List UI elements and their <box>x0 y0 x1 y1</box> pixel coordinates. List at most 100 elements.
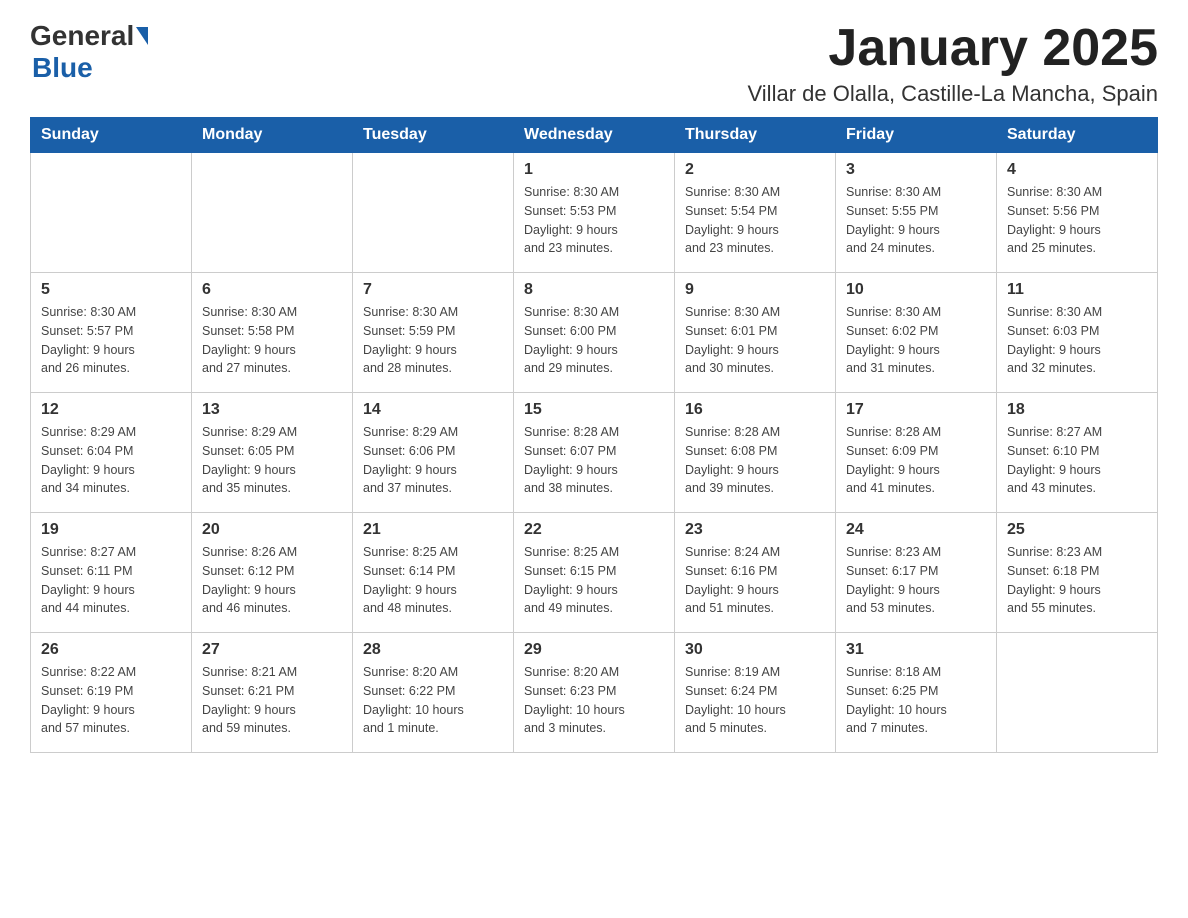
day-number: 1 <box>524 161 664 179</box>
calendar-cell: 13 Sunrise: 8:29 AM Sunset: 6:05 PM Dayli… <box>192 393 353 513</box>
calendar-cell: 25 Sunrise: 8:23 AM Sunset: 6:18 PM Dayli… <box>997 513 1158 633</box>
day-number: 7 <box>363 281 503 299</box>
day-number: 20 <box>202 521 342 539</box>
day-number: 30 <box>685 641 825 659</box>
day-number: 5 <box>41 281 181 299</box>
day-number: 26 <box>41 641 181 659</box>
day-info: Sunrise: 8:30 AM Sunset: 5:56 PM Dayligh… <box>1007 183 1147 258</box>
calendar-cell: 29 Sunrise: 8:20 AM Sunset: 6:23 PM Dayli… <box>514 633 675 753</box>
day-info: Sunrise: 8:30 AM Sunset: 5:55 PM Dayligh… <box>846 183 986 258</box>
calendar-cell: 12 Sunrise: 8:29 AM Sunset: 6:04 PM Dayli… <box>31 393 192 513</box>
weekday-header-thursday: Thursday <box>675 118 836 153</box>
day-info: Sunrise: 8:28 AM Sunset: 6:07 PM Dayligh… <box>524 423 664 498</box>
day-number: 12 <box>41 401 181 419</box>
month-title: January 2025 <box>748 20 1158 77</box>
calendar-cell: 24Sunrise: 8:23 AM Sunset: 6:17 PM Dayli… <box>836 513 997 633</box>
logo-blue-text: Blue <box>32 52 93 83</box>
calendar-cell: 19 Sunrise: 8:27 AM Sunset: 6:11 PM Dayli… <box>31 513 192 633</box>
weekday-header-friday: Friday <box>836 118 997 153</box>
calendar-cell: 14 Sunrise: 8:29 AM Sunset: 6:06 PM Dayli… <box>353 393 514 513</box>
day-info: Sunrise: 8:27 AM Sunset: 6:11 PM Dayligh… <box>41 543 181 618</box>
day-number: 4 <box>1007 161 1147 179</box>
calendar-cell: 8 Sunrise: 8:30 AM Sunset: 6:00 PM Daylig… <box>514 273 675 393</box>
day-info: Sunrise: 8:29 AM Sunset: 6:05 PM Dayligh… <box>202 423 342 498</box>
calendar-cell: 30 Sunrise: 8:19 AM Sunset: 6:24 PM Dayli… <box>675 633 836 753</box>
calendar-cell: 9 Sunrise: 8:30 AM Sunset: 6:01 PM Daylig… <box>675 273 836 393</box>
logo: General Blue <box>30 20 150 84</box>
day-number: 16 <box>685 401 825 419</box>
calendar-cell: 10Sunrise: 8:30 AM Sunset: 6:02 PM Dayli… <box>836 273 997 393</box>
day-info: Sunrise: 8:30 AM Sunset: 5:57 PM Dayligh… <box>41 303 181 378</box>
day-info: Sunrise: 8:28 AM Sunset: 6:08 PM Dayligh… <box>685 423 825 498</box>
day-number: 18 <box>1007 401 1147 419</box>
calendar-table: SundayMondayTuesdayWednesdayThursdayFrid… <box>30 117 1158 753</box>
weekday-header-monday: Monday <box>192 118 353 153</box>
day-info: Sunrise: 8:27 AM Sunset: 6:10 PM Dayligh… <box>1007 423 1147 498</box>
day-number: 27 <box>202 641 342 659</box>
calendar-cell: 18 Sunrise: 8:27 AM Sunset: 6:10 PM Dayli… <box>997 393 1158 513</box>
day-number: 19 <box>41 521 181 539</box>
day-number: 23 <box>685 521 825 539</box>
calendar-cell <box>31 153 192 273</box>
calendar-cell: 4 Sunrise: 8:30 AM Sunset: 5:56 PM Daylig… <box>997 153 1158 273</box>
day-number: 14 <box>363 401 503 419</box>
day-number: 25 <box>1007 521 1147 539</box>
day-number: 2 <box>685 161 825 179</box>
weekday-header-wednesday: Wednesday <box>514 118 675 153</box>
day-info: Sunrise: 8:30 AM Sunset: 6:00 PM Dayligh… <box>524 303 664 378</box>
calendar-cell: 3 Sunrise: 8:30 AM Sunset: 5:55 PM Daylig… <box>836 153 997 273</box>
calendar-cell: 15 Sunrise: 8:28 AM Sunset: 6:07 PM Dayli… <box>514 393 675 513</box>
day-number: 29 <box>524 641 664 659</box>
day-info: Sunrise: 8:23 AM Sunset: 6:18 PM Dayligh… <box>1007 543 1147 618</box>
day-info: Sunrise: 8:22 AM Sunset: 6:19 PM Dayligh… <box>41 663 181 738</box>
day-info: Sunrise: 8:20 AM Sunset: 6:23 PM Dayligh… <box>524 663 664 738</box>
day-info: Sunrise: 8:24 AM Sunset: 6:16 PM Dayligh… <box>685 543 825 618</box>
day-info: Sunrise: 8:26 AM Sunset: 6:12 PM Dayligh… <box>202 543 342 618</box>
logo-arrow-icon <box>136 27 148 45</box>
calendar-cell: 2 Sunrise: 8:30 AM Sunset: 5:54 PM Daylig… <box>675 153 836 273</box>
calendar-cell: 22 Sunrise: 8:25 AM Sunset: 6:15 PM Dayli… <box>514 513 675 633</box>
calendar-cell: 1 Sunrise: 8:30 AM Sunset: 5:53 PM Daylig… <box>514 153 675 273</box>
day-number: 21 <box>363 521 503 539</box>
day-number: 13 <box>202 401 342 419</box>
weekday-header-sunday: Sunday <box>31 118 192 153</box>
day-info: Sunrise: 8:30 AM Sunset: 6:02 PM Dayligh… <box>846 303 986 378</box>
calendar-cell: 20 Sunrise: 8:26 AM Sunset: 6:12 PM Dayli… <box>192 513 353 633</box>
calendar-cell: 7Sunrise: 8:30 AM Sunset: 5:59 PM Daylig… <box>353 273 514 393</box>
day-info: Sunrise: 8:21 AM Sunset: 6:21 PM Dayligh… <box>202 663 342 738</box>
calendar-cell: 5 Sunrise: 8:30 AM Sunset: 5:57 PM Daylig… <box>31 273 192 393</box>
day-number: 9 <box>685 281 825 299</box>
calendar-cell <box>192 153 353 273</box>
calendar-week-row: 12 Sunrise: 8:29 AM Sunset: 6:04 PM Dayli… <box>31 393 1158 513</box>
calendar-week-row: 1 Sunrise: 8:30 AM Sunset: 5:53 PM Daylig… <box>31 153 1158 273</box>
day-info: Sunrise: 8:30 AM Sunset: 5:54 PM Dayligh… <box>685 183 825 258</box>
day-info: Sunrise: 8:30 AM Sunset: 6:01 PM Dayligh… <box>685 303 825 378</box>
day-number: 22 <box>524 521 664 539</box>
day-info: Sunrise: 8:25 AM Sunset: 6:15 PM Dayligh… <box>524 543 664 618</box>
page-header: General Blue January 2025 Villar de Olal… <box>30 20 1158 107</box>
day-number: 3 <box>846 161 986 179</box>
calendar-cell: 16 Sunrise: 8:28 AM Sunset: 6:08 PM Dayli… <box>675 393 836 513</box>
calendar-cell: 28Sunrise: 8:20 AM Sunset: 6:22 PM Dayli… <box>353 633 514 753</box>
calendar-week-row: 19 Sunrise: 8:27 AM Sunset: 6:11 PM Dayli… <box>31 513 1158 633</box>
day-info: Sunrise: 8:30 AM Sunset: 5:53 PM Dayligh… <box>524 183 664 258</box>
calendar-cell: 11Sunrise: 8:30 AM Sunset: 6:03 PM Dayli… <box>997 273 1158 393</box>
calendar-cell: 31Sunrise: 8:18 AM Sunset: 6:25 PM Dayli… <box>836 633 997 753</box>
day-number: 11 <box>1007 281 1147 299</box>
day-info: Sunrise: 8:19 AM Sunset: 6:24 PM Dayligh… <box>685 663 825 738</box>
calendar-cell <box>997 633 1158 753</box>
calendar-cell: 17Sunrise: 8:28 AM Sunset: 6:09 PM Dayli… <box>836 393 997 513</box>
day-info: Sunrise: 8:29 AM Sunset: 6:06 PM Dayligh… <box>363 423 503 498</box>
day-info: Sunrise: 8:18 AM Sunset: 6:25 PM Dayligh… <box>846 663 986 738</box>
calendar-week-row: 5 Sunrise: 8:30 AM Sunset: 5:57 PM Daylig… <box>31 273 1158 393</box>
calendar-header-row: SundayMondayTuesdayWednesdayThursdayFrid… <box>31 118 1158 153</box>
title-area: January 2025 Villar de Olalla, Castille-… <box>748 20 1158 107</box>
day-number: 8 <box>524 281 664 299</box>
day-number: 15 <box>524 401 664 419</box>
day-info: Sunrise: 8:20 AM Sunset: 6:22 PM Dayligh… <box>363 663 503 738</box>
day-info: Sunrise: 8:29 AM Sunset: 6:04 PM Dayligh… <box>41 423 181 498</box>
location-subtitle: Villar de Olalla, Castille-La Mancha, Sp… <box>748 81 1158 107</box>
calendar-cell: 26 Sunrise: 8:22 AM Sunset: 6:19 PM Dayli… <box>31 633 192 753</box>
day-info: Sunrise: 8:23 AM Sunset: 6:17 PM Dayligh… <box>846 543 986 618</box>
day-number: 17 <box>846 401 986 419</box>
